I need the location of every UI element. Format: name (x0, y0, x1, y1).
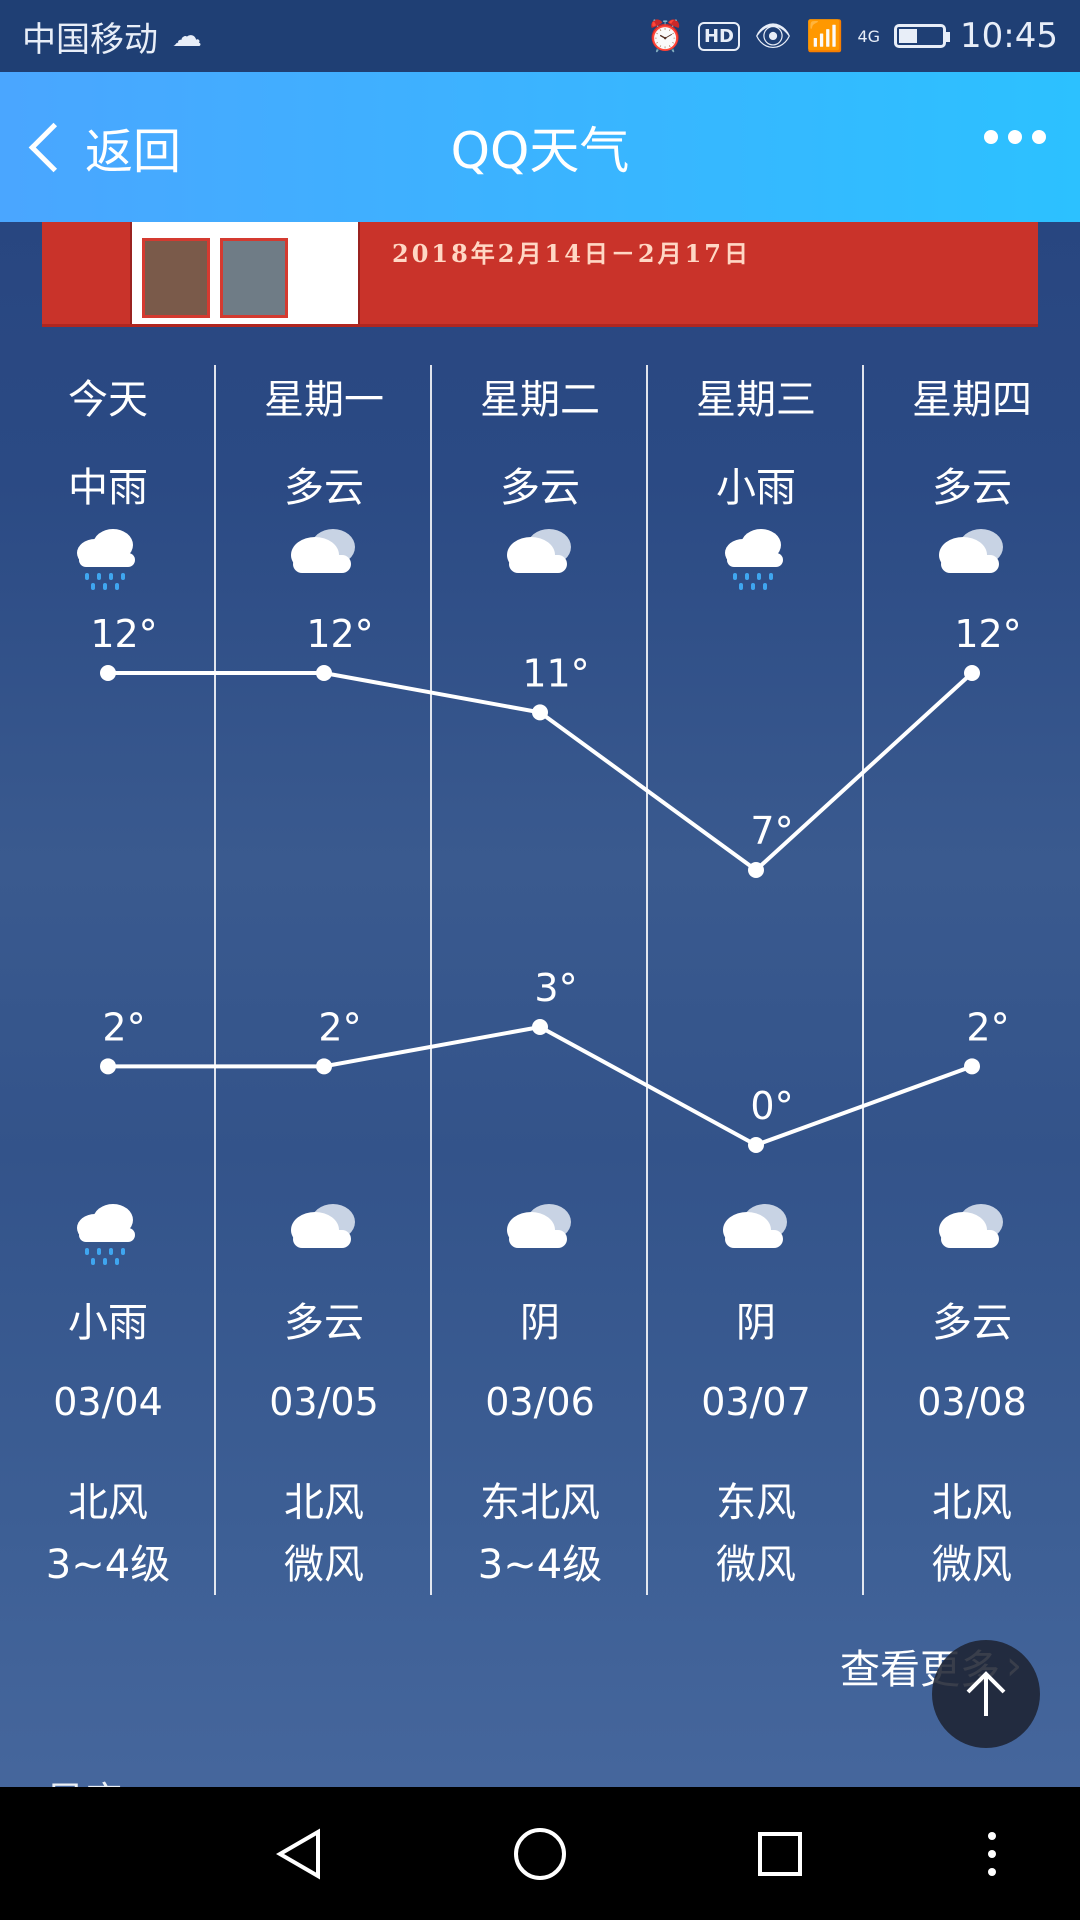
low-temperature-label: 2° (318, 1005, 361, 1049)
status-bar: 中国移动 ☁ ⏰ HD 👁 📶 4G 10:45 (0, 0, 1080, 72)
back-button[interactable]: 返回 (24, 72, 181, 222)
more-dot-icon (1032, 130, 1046, 144)
low-temperature-point (316, 1058, 332, 1075)
circle-home-icon (514, 1827, 566, 1880)
back-label: 返回 (85, 124, 182, 180)
high-temperature-point (316, 665, 332, 681)
high-temperature-line (108, 671, 974, 873)
forecast-date: 03/04 (53, 1380, 163, 1424)
wind-level: 微风 (284, 1542, 364, 1588)
night-weather: 小雨 (68, 1300, 148, 1346)
hd-icon: HD (697, 21, 740, 51)
weather-status-icon: ☁ (172, 18, 202, 54)
high-temperature-label: 7° (750, 809, 793, 853)
back-nav-button[interactable] (220, 1787, 380, 1920)
wind-direction: 东北风 (480, 1480, 600, 1526)
high-temperature-point (964, 665, 980, 681)
high-temperature-label: 12° (954, 612, 1021, 656)
battery-icon (894, 24, 951, 48)
more-menu-button[interactable] (984, 130, 1046, 144)
home-nav-button[interactable] (460, 1787, 620, 1920)
next-section-title: 星座 (46, 1770, 122, 1788)
wifi-icon: 📶 (806, 18, 844, 54)
high-temperature-label: 12° (306, 612, 373, 656)
high-temperature-label: 12° (90, 612, 157, 656)
promo-banner[interactable]: 2018年2月14日－2月17日 (42, 222, 1038, 327)
chevron-left-icon (28, 122, 79, 172)
wind-direction: 北风 (932, 1480, 1012, 1526)
wind-level: 3~4级 (477, 1542, 603, 1588)
forecast-date: 03/08 (917, 1380, 1027, 1424)
eye-comfort-icon: 👁 (753, 18, 793, 54)
alarm-icon: ⏰ (646, 18, 684, 54)
triangle-back-icon (276, 1828, 320, 1879)
night-weather: 多云 (932, 1300, 1012, 1346)
more-dot-icon (984, 130, 998, 144)
title-bar: 返回 QQ天气 (0, 72, 1080, 222)
wind-direction: 东风 (716, 1480, 796, 1526)
more-dot-icon (1008, 130, 1022, 144)
night-weather: 多云 (284, 1300, 364, 1346)
banner-photo-frame (130, 222, 360, 324)
recents-nav-button[interactable] (700, 1787, 860, 1920)
network-type: 4G (857, 26, 881, 46)
low-temperature-point (532, 1019, 548, 1035)
wind-level: 微风 (932, 1542, 1012, 1588)
low-temperature-label: 3° (534, 966, 577, 1010)
low-temperature-point (100, 1058, 116, 1075)
low-temperature-point (964, 1058, 980, 1075)
banner-photo (142, 238, 210, 318)
high-temperature-point (532, 704, 548, 721)
clock: 10:45 (960, 16, 1058, 56)
vertical-dots-icon (988, 1831, 996, 1876)
wind-level: 3~4级 (45, 1542, 171, 1588)
temperature-chart: 12° 12° 11° 7° 12° 2° 2° 3° 0° 2° (90, 612, 1022, 1153)
wind-direction: 北风 (68, 1480, 148, 1526)
scroll-to-top-button[interactable] (932, 1640, 1040, 1748)
low-temperature-label: 0° (750, 1084, 793, 1128)
banner-dates: 2018年2月14日－2月17日 (392, 239, 751, 268)
forecast-date: 03/05 (269, 1380, 379, 1424)
forecast-date: 03/07 (701, 1380, 811, 1424)
low-temperature-line (108, 1024, 973, 1148)
night-weather: 阴 (736, 1300, 776, 1346)
system-nav-bar (0, 1787, 1080, 1920)
forecast-date: 03/06 (485, 1380, 595, 1424)
night-weather: 阴 (520, 1300, 560, 1346)
low-temperature-point (748, 1137, 764, 1153)
wind-level: 微风 (716, 1542, 796, 1588)
high-temperature-label: 11° (522, 651, 589, 695)
wind-direction: 北风 (284, 1480, 364, 1526)
low-temperature-label: 2° (102, 1005, 145, 1049)
banner-photo (220, 238, 288, 318)
high-temperature-point (100, 665, 116, 681)
carrier-label: 中国移动 (22, 19, 158, 60)
high-temperature-point (748, 862, 764, 878)
square-recents-icon (758, 1831, 802, 1876)
low-temperature-label: 2° (966, 1005, 1009, 1049)
menu-nav-button[interactable] (912, 1787, 1072, 1920)
arrow-up-icon (966, 1671, 1006, 1716)
